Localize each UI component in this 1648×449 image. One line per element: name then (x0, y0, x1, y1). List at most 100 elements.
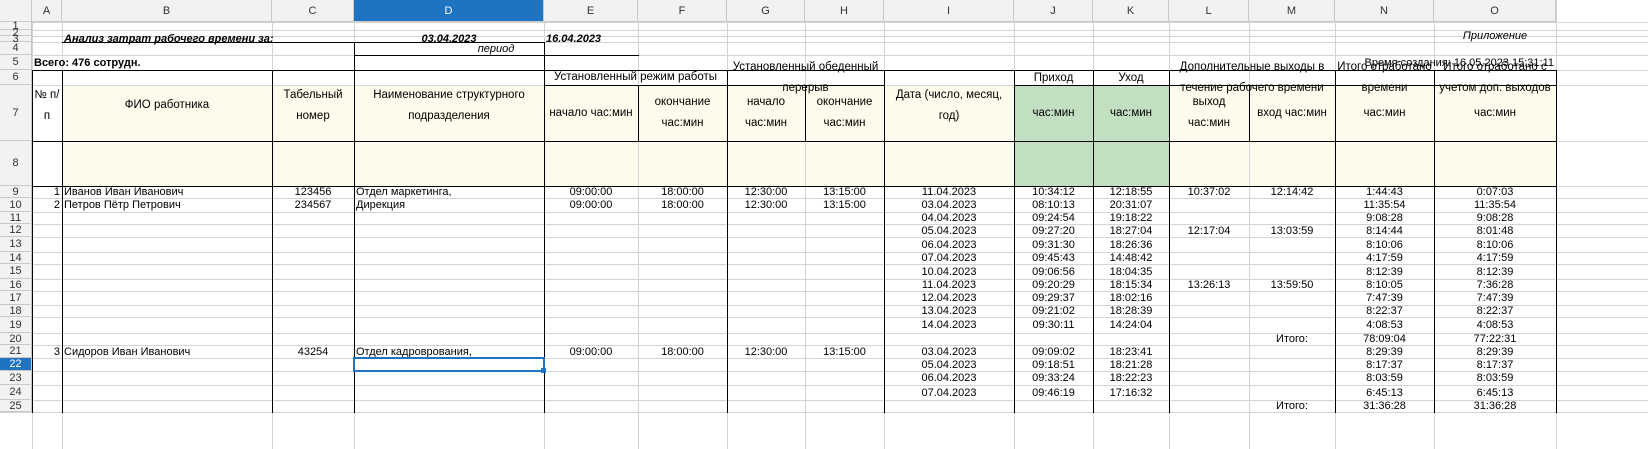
fill-handle[interactable] (541, 368, 546, 373)
column-header-g[interactable]: G (727, 0, 805, 22)
employee-dept[interactable]: Отдел маркетинга, (354, 186, 544, 198)
day-extra-in[interactable] (1249, 385, 1335, 400)
hdr-total[interactable]: Итого отработано времени (1335, 61, 1434, 94)
day-extra-in[interactable]: Итого: (1249, 333, 1335, 345)
row-header-10[interactable]: 10 (0, 198, 32, 212)
day-extra-out[interactable] (1169, 291, 1249, 305)
day-extra-in[interactable] (1249, 345, 1335, 358)
column-header-c[interactable]: C (272, 0, 354, 22)
day-date[interactable]: 07.04.2023 (884, 252, 1014, 264)
regime-start[interactable]: 09:00:00 (544, 345, 638, 358)
row-header-14[interactable]: 14 (0, 252, 32, 264)
row-header-5[interactable]: 5 (0, 55, 32, 70)
employee-name[interactable]: Сидоров Иван Иванович (62, 345, 272, 358)
row-header-25[interactable]: 25 (0, 400, 32, 412)
day-leave[interactable]: 17:16:32 (1093, 385, 1169, 400)
day-date[interactable]: 13.04.2023 (884, 305, 1014, 317)
day-extra-out[interactable] (1169, 371, 1249, 385)
day-date[interactable]: 11.04.2023 (884, 186, 1014, 198)
hdr-leave[interactable]: Уход (1093, 70, 1169, 85)
day-arrival[interactable]: 09:30:11 (1014, 317, 1093, 333)
day-extra-out[interactable] (1169, 333, 1249, 345)
day-total-adj[interactable]: 8:17:37 (1434, 358, 1556, 371)
day-date[interactable]: 12.04.2023 (884, 291, 1014, 305)
row-header-23[interactable]: 23 (0, 371, 32, 385)
day-total[interactable]: 31:36:28 (1335, 400, 1434, 412)
day-extra-out[interactable] (1169, 345, 1249, 358)
day-arrival[interactable]: 09:09:02 (1014, 345, 1093, 358)
day-date[interactable] (884, 333, 1014, 345)
day-total[interactable]: 8:29:39 (1335, 345, 1434, 358)
appendix-label[interactable]: Приложение (1434, 30, 1556, 42)
row-header-12[interactable]: 12 (0, 224, 32, 237)
row-header-6[interactable]: 6 (0, 70, 32, 85)
row-header-13[interactable]: 13 (0, 237, 32, 252)
day-extra-out[interactable] (1169, 264, 1249, 279)
day-arrival[interactable]: 09:21:02 (1014, 305, 1093, 317)
day-extra-in[interactable]: 13:03:59 (1249, 224, 1335, 237)
day-date[interactable]: 03.04.2023 (884, 345, 1014, 358)
day-extra-in[interactable] (1249, 198, 1335, 212)
day-leave[interactable]: 14:48:42 (1093, 252, 1169, 264)
day-total-adj[interactable]: 8:29:39 (1434, 345, 1556, 358)
day-extra-in[interactable] (1249, 252, 1335, 264)
day-extra-in[interactable] (1249, 371, 1335, 385)
day-total-adj[interactable]: 31:36:28 (1434, 400, 1556, 412)
column-header-o[interactable]: O (1434, 0, 1556, 22)
hdr-leave-unit[interactable]: час:мин (1093, 85, 1169, 141)
day-total-adj[interactable]: 8:10:06 (1434, 237, 1556, 252)
day-leave[interactable]: 18:26:36 (1093, 237, 1169, 252)
day-extra-in[interactable] (1249, 358, 1335, 371)
column-header-m[interactable]: M (1249, 0, 1335, 22)
day-date[interactable] (884, 400, 1014, 412)
day-total-adj[interactable]: 0:07:03 (1434, 186, 1556, 198)
report-title[interactable]: Анализ затрат рабочего времени за: (62, 33, 354, 45)
day-leave[interactable]: 20:31:07 (1093, 198, 1169, 212)
day-extra-in[interactable]: 13:59:50 (1249, 279, 1335, 291)
regime-start[interactable]: 09:00:00 (544, 198, 638, 212)
day-total[interactable]: 4:17:59 (1335, 252, 1434, 264)
day-arrival[interactable]: 09:33:24 (1014, 371, 1093, 385)
day-total[interactable]: 78:09:04 (1335, 333, 1434, 345)
column-header-d[interactable]: D (354, 0, 544, 22)
day-arrival[interactable]: 09:27:20 (1014, 224, 1093, 237)
day-total-adj[interactable]: 4:17:59 (1434, 252, 1556, 264)
hdr-lunch-start[interactable]: начало час:мин (727, 85, 805, 141)
hdr-total-unit[interactable]: час:мин (1335, 85, 1434, 141)
day-leave[interactable]: 18:02:16 (1093, 291, 1169, 305)
day-total-adj[interactable]: 8:22:37 (1434, 305, 1556, 317)
row-header-4[interactable]: 4 (0, 42, 32, 55)
day-extra-in[interactable] (1249, 212, 1335, 224)
day-total[interactable]: 8:14:44 (1335, 224, 1434, 237)
day-extra-in[interactable]: Итого: (1249, 400, 1335, 412)
day-date[interactable]: 07.04.2023 (884, 385, 1014, 400)
employee-num[interactable]: 1 (32, 186, 62, 198)
day-arrival[interactable]: 09:06:56 (1014, 264, 1093, 279)
lunch-end[interactable]: 13:15:00 (805, 198, 884, 212)
column-header-a[interactable]: A (32, 0, 62, 22)
employee-num[interactable]: 3 (32, 345, 62, 358)
day-arrival[interactable]: 09:24:54 (1014, 212, 1093, 224)
day-date[interactable]: 06.04.2023 (884, 371, 1014, 385)
regime-start[interactable]: 09:00:00 (544, 186, 638, 198)
day-extra-out[interactable] (1169, 252, 1249, 264)
employee-tab[interactable]: 43254 (272, 345, 354, 358)
day-total-adj[interactable]: 6:45:13 (1434, 385, 1556, 400)
day-extra-out[interactable] (1169, 305, 1249, 317)
hdr-tab[interactable]: Табельный номер (272, 70, 354, 141)
column-header-f[interactable]: F (638, 0, 727, 22)
employee-dept[interactable]: Отдел кадроврования, (354, 345, 544, 358)
hdr-regime[interactable]: Установленный режим работы (544, 70, 727, 85)
day-extra-out[interactable]: 12:17:04 (1169, 224, 1249, 237)
day-arrival[interactable] (1014, 400, 1093, 412)
day-extra-out[interactable] (1169, 237, 1249, 252)
employee-name[interactable]: Петров Пётр Петрович (62, 198, 272, 212)
hdr-total-adj[interactable]: Итого отработано с учетом доп. выходов (1434, 61, 1556, 94)
column-header-l[interactable]: L (1169, 0, 1249, 22)
hdr-extra-in[interactable]: вход час:мин (1249, 85, 1335, 141)
day-total[interactable]: 8:17:37 (1335, 358, 1434, 371)
day-date[interactable]: 05.04.2023 (884, 224, 1014, 237)
day-date[interactable]: 11.04.2023 (884, 279, 1014, 291)
day-extra-in[interactable]: 12:14:42 (1249, 186, 1335, 198)
hdr-extra[interactable]: Дополнительные выходы в течение рабочего… (1169, 61, 1335, 94)
